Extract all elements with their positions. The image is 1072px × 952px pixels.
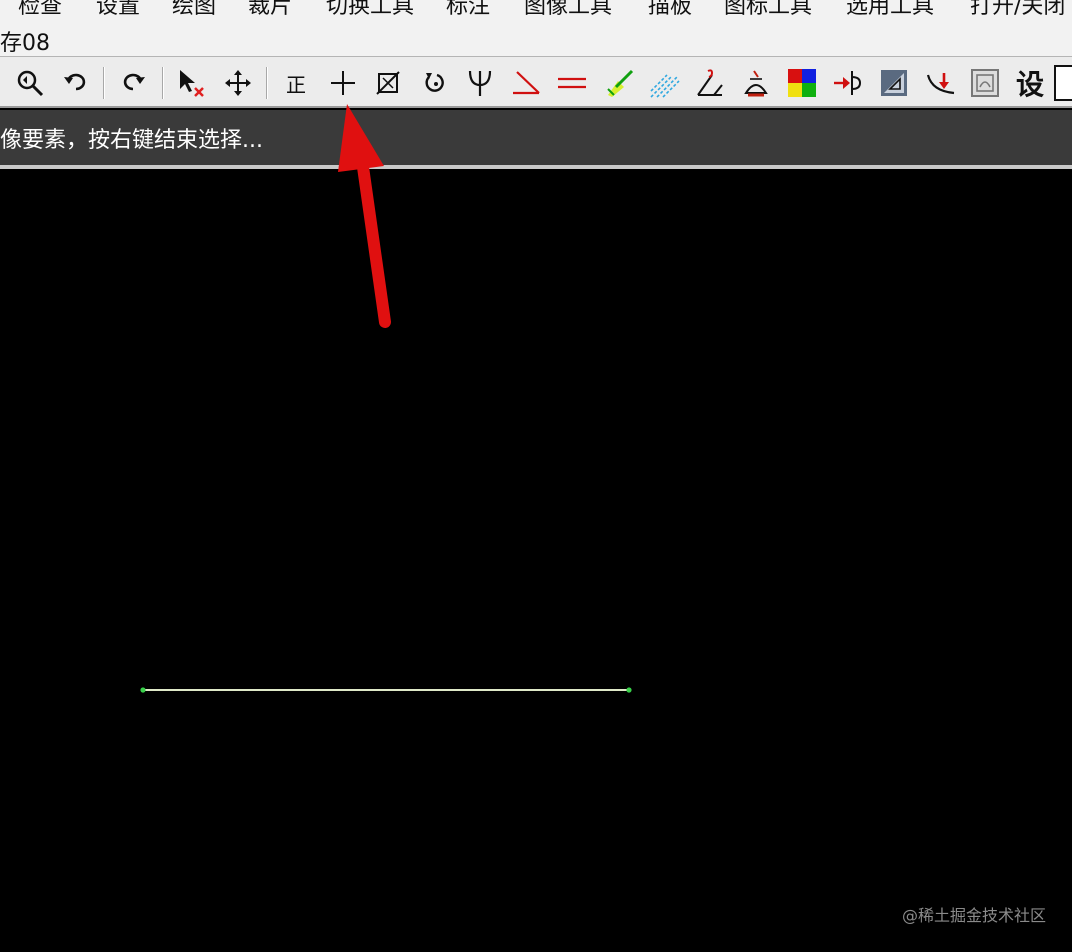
curve-down-icon[interactable] [922,65,958,101]
menu-item-draw[interactable]: 绘图 [172,0,216,20]
toolbar: 正 设 [0,56,1072,108]
menu-item-settings[interactable]: 设置 [96,0,140,20]
command-prompt-bar: 像要素，按右键结束选择... [0,110,1072,165]
menu-item-switch-tools[interactable]: 切换工具 [326,0,414,20]
toolbar-separator [266,67,268,99]
title-bar: 存08 [0,22,1072,56]
menu-item-open-close[interactable]: 打开/关闭 [970,0,1065,20]
undo-icon[interactable] [58,65,94,101]
menu-item-icon-tools[interactable]: 图标工具 [724,0,812,20]
color-palette-icon[interactable] [784,65,820,101]
rectangle-cut-icon[interactable] [370,65,406,101]
menu-item-select-tools[interactable]: 选用工具 [846,0,934,20]
redo-icon[interactable] [115,65,151,101]
settings-text-icon[interactable]: 设 [1012,65,1048,101]
menu-item-trace[interactable]: 描板 [648,0,692,20]
toolbar-overflow-button[interactable] [1054,65,1072,101]
angle-icon[interactable] [507,65,543,101]
select-delete-icon[interactable] [173,65,209,101]
crosshair-icon[interactable] [325,65,361,101]
parallel-lines-icon[interactable] [554,65,590,101]
window-title: 存08 [0,31,50,56]
rotate-icon[interactable] [417,65,453,101]
drawing-canvas[interactable]: @稀土掘金技术社区 [0,169,1072,952]
arrow-join-icon[interactable] [830,65,866,101]
menu-item-image-tools[interactable]: 图像工具 [524,0,612,20]
move-icon[interactable] [220,65,256,101]
canvas-drawing [140,687,632,693]
toolbar-separator [103,67,105,99]
menu-item-check[interactable]: 检查 [18,0,62,20]
correct-icon[interactable]: 正 [278,65,314,101]
toolbar-separator [162,67,164,99]
menu-item-cut-piece[interactable]: 裁片 [248,0,292,20]
hatch-icon[interactable] [647,65,683,101]
command-prompt-text: 像要素，按右键结束选择... [0,128,263,153]
line-endpoint-start[interactable] [140,687,146,693]
stamp-icon[interactable] [738,65,774,101]
menu-bar: 检查 设置 绘图 裁片 切换工具 标注 图像工具 描板 图标工具 选用工具 打开… [0,0,1072,22]
line-endpoint-end[interactable] [626,687,632,693]
triangle-frame-icon[interactable] [876,65,912,101]
highlighter-icon[interactable] [602,65,638,101]
zoom-icon[interactable] [12,65,48,101]
trident-icon[interactable] [462,65,498,101]
image-frame-icon[interactable] [967,65,1003,101]
watermark: @稀土掘金技术社区 [901,906,1046,925]
measure-angle-icon[interactable] [692,65,728,101]
menu-item-annotate[interactable]: 标注 [446,0,490,20]
